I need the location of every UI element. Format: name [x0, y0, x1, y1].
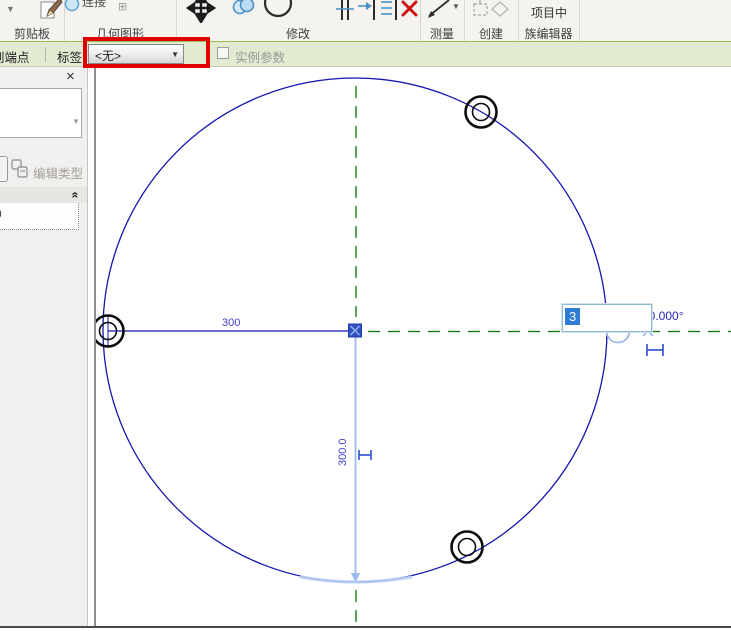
panel-label-create: 创建 — [464, 25, 518, 41]
to-endpoint-label: 到端点 — [0, 47, 30, 66]
match-properties-icon[interactable] — [38, 0, 64, 20]
window-bottom-edge — [0, 626, 731, 628]
chevron-down-icon[interactable]: ▼ — [6, 4, 15, 14]
properties-panel — [0, 67, 88, 626]
dimension-edit-input[interactable]: 3 — [562, 304, 652, 332]
instance-parameter-checkbox[interactable] — [217, 47, 229, 59]
drawing-canvas[interactable]: 300 300.0 — [96, 67, 731, 626]
copy-icon[interactable] — [231, 0, 257, 18]
panel-separator — [579, 0, 580, 41]
align-icon[interactable] — [336, 0, 356, 20]
small-geometry-icon[interactable]: ⊞ — [118, 0, 127, 13]
split-icon[interactable] — [380, 0, 402, 20]
dimension-edit-selected-text: 3 — [565, 308, 580, 325]
hole-marker-bottom[interactable] — [452, 532, 483, 563]
panel-label-clipboard: 剪贴板 — [0, 25, 64, 41]
panel-border — [87, 67, 88, 626]
instance-parameter-label: 实例参数 — [235, 47, 285, 66]
edit-type-button[interactable]: 编辑类型 — [33, 163, 83, 182]
measure-icon[interactable] — [426, 0, 452, 20]
panel-label-modify: 修改 — [176, 25, 420, 41]
panel-close-icon[interactable]: × — [66, 68, 75, 85]
center-point-handle[interactable] — [349, 324, 362, 337]
properties-filter-button[interactable] — [0, 156, 8, 182]
dimension-horizontal-value[interactable]: 300 — [222, 317, 240, 329]
dimension-vertical-value[interactable]: 300.0 — [337, 438, 349, 466]
type-selector[interactable] — [0, 88, 82, 138]
join-label[interactable]: 连接 — [82, 0, 106, 10]
parameter-value-cell[interactable] — [0, 203, 79, 230]
create-group-icon[interactable] — [472, 0, 512, 20]
tag-label: 标签 — [57, 47, 82, 66]
ribbon: 剪贴板 几何图形 修改 测量 创建 族编辑器 ▼ 连接 ⊞ — [0, 0, 731, 41]
edit-type-icon — [11, 159, 29, 179]
collapse-chevron-icon[interactable]: « — [68, 192, 82, 199]
make-permanent-angle-icon[interactable] — [647, 344, 663, 356]
load-into-project-button[interactable]: 项目中 — [519, 4, 579, 21]
type-selector-arrow-icon[interactable]: ▼ — [72, 117, 80, 126]
options-separator — [45, 47, 46, 62]
make-permanent-dim-icon[interactable] — [359, 450, 371, 460]
parameter-value-text: 0 — [0, 207, 2, 221]
rotate-icon[interactable] — [261, 0, 295, 20]
join-geometry-icon[interactable] — [64, 0, 80, 12]
move-icon[interactable] — [186, 0, 216, 23]
panel-label-family-editor: 族编辑器 — [518, 25, 579, 41]
trim-icon[interactable] — [358, 0, 380, 20]
delete-icon[interactable] — [401, 0, 418, 17]
measure-dropdown-arrow[interactable]: ▼ — [452, 2, 460, 11]
red-highlight-box — [83, 37, 210, 68]
panel-label-measure: 测量 — [420, 25, 464, 41]
